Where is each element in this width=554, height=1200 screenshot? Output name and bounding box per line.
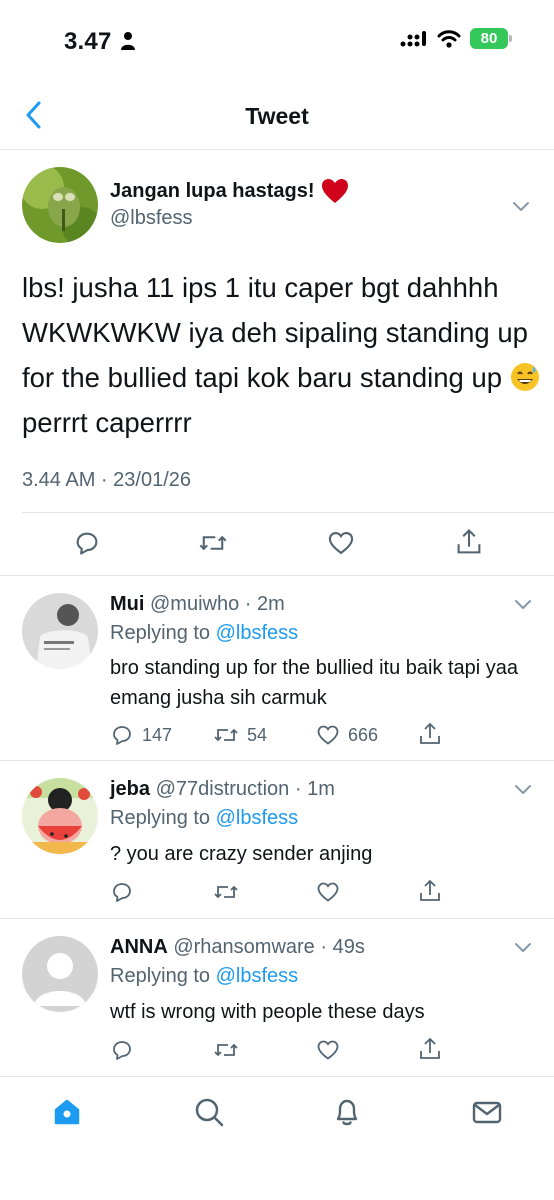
- heart-outline-icon: [317, 725, 339, 745]
- replying-to: Replying to @lbsfess: [110, 622, 299, 644]
- tab-bar: [0, 1076, 554, 1200]
- reply-header: jeba @77distruction · 1m: [110, 778, 335, 800]
- retweet-button[interactable]: [198, 529, 228, 557]
- heart-outline-icon: [317, 1040, 339, 1060]
- retweet-button[interactable]: [213, 1038, 239, 1062]
- like-count: 666: [348, 724, 379, 745]
- retweet-icon: [214, 728, 238, 742]
- reply-count: 147: [142, 724, 173, 745]
- share-button[interactable]: [418, 878, 442, 904]
- person-icon: [121, 32, 135, 50]
- reply-icon: [113, 726, 131, 745]
- display-name: jeba: [110, 778, 151, 800]
- reply-icon: [113, 883, 131, 902]
- cellular-signal-icon: [400, 30, 426, 46]
- retweet-button[interactable]: [213, 880, 239, 904]
- chevron-down-icon[interactable]: [510, 195, 532, 217]
- avatar-photo-image: [22, 593, 98, 669]
- avatar-frog-image: [22, 167, 98, 243]
- display-name: ANNA: [110, 936, 168, 958]
- reply-time: 1m: [307, 778, 335, 800]
- notifications-icon[interactable]: [330, 1095, 364, 1129]
- main-tweet: Jangan lupa hastags! @lbsfess lbs! jusha…: [0, 151, 554, 576]
- replying-to: Replying to @lbsfess: [110, 807, 299, 829]
- display-name: Jangan lupa hastags!: [110, 178, 349, 204]
- chevron-down-icon[interactable]: [512, 936, 534, 958]
- handle: @muiwho: [150, 593, 240, 615]
- like-button[interactable]: [316, 1038, 340, 1062]
- wifi-icon: [437, 29, 461, 48]
- share-icon: [420, 1037, 440, 1059]
- reply-button[interactable]: [110, 880, 134, 904]
- like-button[interactable]: 666: [316, 723, 378, 747]
- retweet-icon: [199, 535, 227, 551]
- heart-emoji-icon: [321, 179, 348, 203]
- share-icon: [420, 722, 440, 744]
- reply-button[interactable]: [110, 1038, 134, 1062]
- status-time: 3.47: [64, 28, 112, 55]
- reply-text: bro standing up for the bullied itu baik…: [110, 657, 519, 709]
- reply-button[interactable]: [73, 529, 101, 557]
- avatar[interactable]: [22, 167, 98, 243]
- reply-icon: [76, 532, 98, 555]
- status-bar: 3.47 80: [0, 0, 554, 82]
- retweet-count: 54: [247, 724, 268, 745]
- share-icon: [457, 528, 481, 554]
- replying-to-link[interactable]: @lbsfess: [216, 622, 299, 644]
- messages-icon[interactable]: [470, 1095, 504, 1129]
- default-avatar-icon: [22, 936, 98, 1012]
- tweet-text: lbs! jusha 11 ips 1 itu caper bgt dahhhh…: [22, 265, 542, 445]
- grinning-sweat-emoji-icon: [510, 363, 539, 391]
- like-button[interactable]: [316, 880, 340, 904]
- heart-outline-icon: [328, 532, 354, 555]
- share-button[interactable]: [455, 527, 483, 557]
- replying-to-link[interactable]: @lbsfess: [216, 965, 299, 987]
- handle: @77distruction: [155, 778, 290, 800]
- chevron-down-icon[interactable]: [512, 778, 534, 800]
- reply-tweet: ANNA @rhansomware · 49s Replying to @lbs…: [0, 920, 554, 1076]
- replying-to-link[interactable]: @lbsfess: [216, 807, 299, 829]
- nav-bar: Tweet: [0, 82, 554, 150]
- reply-header: ANNA @rhansomware · 49s: [110, 936, 365, 958]
- home-icon[interactable]: [50, 1095, 84, 1129]
- reply-text: wtf is wrong with people these days: [110, 1001, 425, 1023]
- reply-icon: [113, 1041, 131, 1060]
- status-indicators: 80: [400, 28, 512, 49]
- reply-header: Mui @muiwho · 2m: [110, 593, 285, 615]
- reply-time: 49s: [332, 936, 365, 958]
- tweet-timestamp: 3.44 AM · 23/01/26: [22, 469, 192, 491]
- reply-text: ? you are crazy sender anjing: [110, 843, 373, 865]
- search-icon[interactable]: [192, 1095, 226, 1129]
- reply-button[interactable]: 147: [110, 723, 172, 747]
- divider: [22, 512, 554, 513]
- display-name: Mui: [110, 593, 145, 615]
- reply-tweet: Mui @muiwho · 2m Replying to @lbsfess br…: [0, 577, 554, 761]
- battery-indicator: 80: [470, 28, 512, 49]
- reply-tweet: jeba @77distruction · 1m Replying to @lb…: [0, 762, 554, 919]
- retweet-icon: [214, 1043, 238, 1057]
- avatar[interactable]: [22, 778, 98, 854]
- tweet-actions: [0, 525, 554, 561]
- chevron-down-icon[interactable]: [512, 593, 534, 615]
- reply-time: 2m: [257, 593, 285, 615]
- handle: @lbsfess: [110, 207, 193, 229]
- like-button[interactable]: [327, 529, 355, 557]
- share-button[interactable]: [418, 721, 442, 747]
- page-title: Tweet: [245, 103, 309, 129]
- share-icon: [420, 879, 440, 901]
- heart-outline-icon: [317, 882, 339, 902]
- avatar-cartoon-image: [22, 778, 98, 854]
- avatar[interactable]: [22, 593, 98, 669]
- handle: @rhansomware: [173, 936, 315, 958]
- share-button[interactable]: [418, 1036, 442, 1062]
- retweet-button[interactable]: 54: [213, 723, 267, 747]
- retweet-icon: [214, 885, 238, 899]
- avatar[interactable]: [22, 936, 98, 1012]
- replying-to: Replying to @lbsfess: [110, 965, 299, 987]
